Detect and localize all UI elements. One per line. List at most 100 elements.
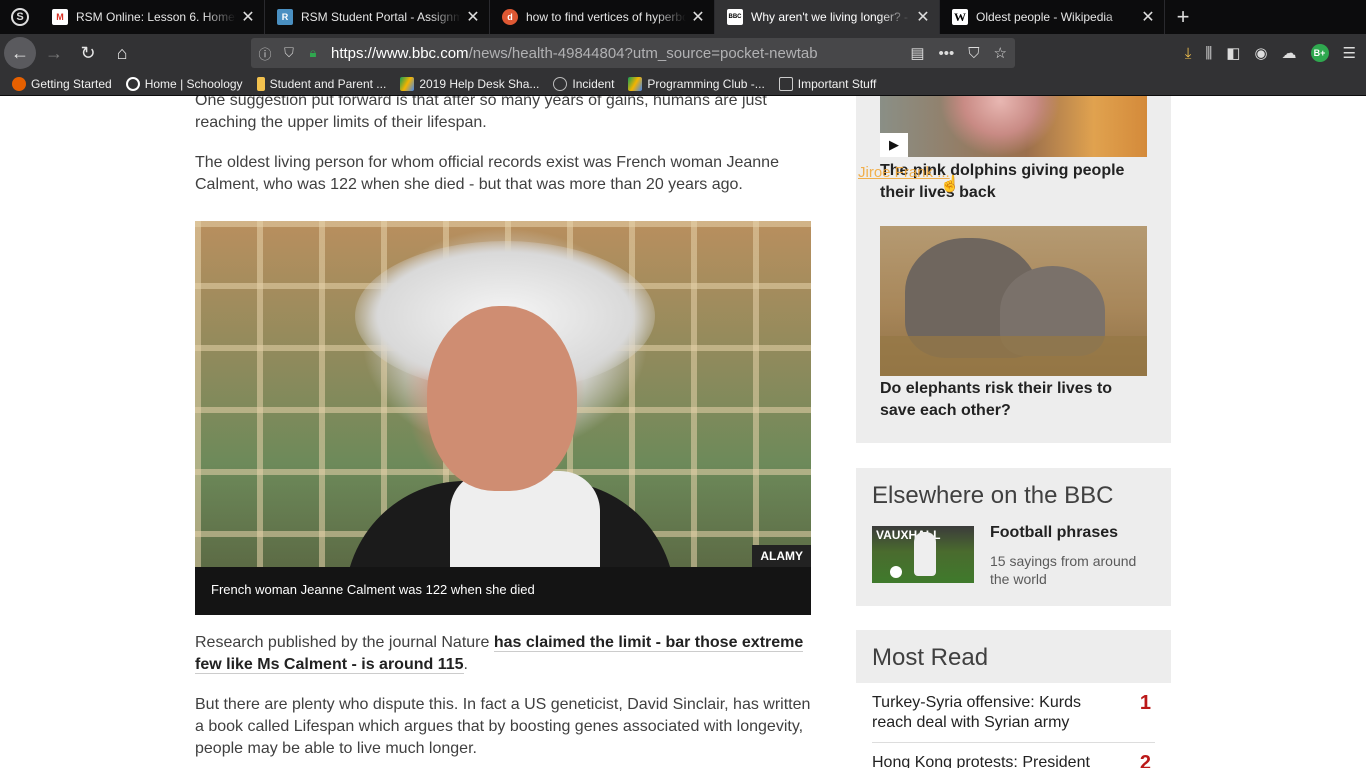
water-shape bbox=[880, 336, 1147, 376]
account-icon[interactable]: ◉ bbox=[1254, 44, 1267, 62]
most-read-heading: Most Read bbox=[872, 644, 989, 671]
video-thumbnail-dolphins[interactable] bbox=[880, 96, 1147, 157]
bookmark-star-icon[interactable]: ☆ bbox=[994, 44, 1007, 62]
hand-cursor-icon: ☝ bbox=[940, 176, 960, 193]
url-text[interactable]: https://www.bbc.com/news/health-49844804… bbox=[331, 45, 818, 62]
pocket-icon[interactable]: ⛉ bbox=[968, 45, 979, 62]
tab-title: Oldest people - Wikipedia bbox=[976, 10, 1113, 24]
drive-icon bbox=[628, 76, 643, 91]
web-page: One suggestion put forward is that after… bbox=[0, 96, 1366, 768]
extension-icon[interactable]: ☁ bbox=[1282, 44, 1297, 62]
bookmark-label: Student and Parent ... bbox=[269, 76, 387, 91]
photo-face bbox=[427, 306, 577, 491]
drag-ghost-text: Jiroe Frank ... bbox=[858, 164, 950, 181]
address-bar[interactable]: ⓘ ⛉ 🔒︎ https://www.bbc.com/news/health-4… bbox=[251, 38, 1015, 68]
list-item[interactable]: Hong Kong protests: President 2 bbox=[872, 743, 1155, 768]
wikipedia-icon: W bbox=[952, 9, 968, 25]
hamburger-menu-icon[interactable]: ☰ bbox=[1343, 44, 1356, 62]
bookmark-important-stuff[interactable]: Important Stuff bbox=[778, 76, 877, 91]
bookmark-label: Important Stuff bbox=[797, 76, 877, 91]
close-icon[interactable]: ✕ bbox=[465, 7, 481, 27]
elsewhere-link-title[interactable]: Football phrases bbox=[990, 524, 1118, 542]
most-read-title[interactable]: Hong Kong protests: President bbox=[872, 754, 1090, 768]
video-thumbnail-elephants[interactable] bbox=[880, 226, 1147, 376]
firefox-icon bbox=[12, 76, 26, 91]
folder-icon bbox=[778, 76, 793, 91]
sidebar-icon[interactable]: ◧ bbox=[1226, 44, 1240, 62]
tab-hyperbola-search[interactable]: d how to find vertices of hyperbola ✕ bbox=[490, 0, 715, 34]
most-read-list: Turkey-Syria offensive: Kurds reach deal… bbox=[872, 683, 1155, 768]
shield-icon[interactable]: ⛉ bbox=[279, 45, 299, 61]
tab-wikipedia[interactable]: W Oldest people - Wikipedia ✕ bbox=[940, 0, 1165, 34]
reload-button[interactable]: ↻ bbox=[72, 37, 104, 69]
close-icon[interactable]: ✕ bbox=[240, 7, 256, 27]
url-domain: https://www.bbc.com bbox=[331, 44, 469, 62]
elsewhere-panel: Elsewhere on the BBC VAUXHALL Football p… bbox=[856, 468, 1171, 606]
elsewhere-heading: Elsewhere on the BBC bbox=[872, 482, 1114, 509]
bbc-icon: BBC bbox=[727, 9, 743, 25]
bookmark-schoology[interactable]: Home | Schoology bbox=[125, 76, 243, 91]
extension-badge-icon[interactable]: B+ bbox=[1310, 44, 1329, 62]
schoology-icon bbox=[125, 76, 140, 91]
system-menu[interactable]: S bbox=[0, 0, 40, 34]
new-tab-button[interactable]: + bbox=[1165, 0, 1201, 34]
elsewhere-link-summary: 15 sayings from around the world bbox=[990, 553, 1137, 587]
bookmark-programming-club[interactable]: Programming Club -... bbox=[628, 76, 765, 91]
bookmark-getting-started[interactable]: Getting Started bbox=[12, 76, 112, 91]
forward-arrow-icon: → bbox=[45, 42, 63, 63]
tab-title: Why aren't we living longer? - BBC bbox=[751, 10, 911, 24]
list-item[interactable]: Turkey-Syria offensive: Kurds reach deal… bbox=[872, 683, 1155, 743]
tab-strip: S M RSM Online: Lesson 6. Homework ✕ R R… bbox=[0, 0, 1366, 34]
downloads-icon[interactable]: ⤓ bbox=[1185, 45, 1192, 62]
close-icon[interactable]: ✕ bbox=[915, 7, 931, 27]
article-paragraph: But there are plenty who dispute this. I… bbox=[195, 696, 811, 757]
forward-button[interactable]: → bbox=[38, 37, 70, 69]
bookmarks-toolbar: Getting Started Home | Schoology Student… bbox=[0, 72, 1366, 96]
football-thumbnail[interactable]: VAUXHALL bbox=[872, 526, 974, 583]
drive-icon bbox=[400, 76, 415, 91]
globe-icon bbox=[553, 76, 568, 91]
bookmark-help-desk[interactable]: 2019 Help Desk Sha... bbox=[400, 76, 540, 91]
close-icon[interactable]: ✕ bbox=[1140, 7, 1156, 27]
p-icon bbox=[256, 76, 265, 91]
most-read-rank: 2 bbox=[1139, 752, 1151, 768]
navigation-toolbar: ← → ↻ ⌂ ⓘ ⛉ 🔒︎ https://www.bbc.com/news/… bbox=[0, 34, 1366, 72]
info-icon[interactable]: ⓘ bbox=[255, 44, 275, 63]
bookmark-label: Getting Started bbox=[31, 76, 112, 91]
tab-title: RSM Student Portal - Assignments bbox=[301, 10, 461, 24]
more-actions-icon[interactable]: ••• bbox=[939, 45, 955, 62]
article-paragraph: The oldest living person for whom offici… bbox=[195, 154, 779, 193]
tab-rsm-online[interactable]: M RSM Online: Lesson 6. Homework ✕ bbox=[40, 0, 265, 34]
video-link-elephants[interactable]: Do elephants risk their lives to save ea… bbox=[880, 378, 1147, 422]
reload-icon: ↻ bbox=[80, 42, 96, 63]
bookmark-label: Incident bbox=[572, 76, 615, 91]
bookmark-student-parent[interactable]: Student and Parent ... bbox=[256, 76, 387, 91]
reader-view-icon[interactable]: ▤ bbox=[910, 44, 924, 62]
bookmark-label: Home | Schoology bbox=[144, 76, 243, 91]
player-shape bbox=[914, 532, 936, 576]
home-button[interactable]: ⌂ bbox=[106, 37, 138, 69]
play-icon[interactable]: ▶ bbox=[880, 133, 908, 157]
plus-icon: + bbox=[1176, 4, 1190, 29]
ball-shape bbox=[890, 566, 902, 578]
url-path: /news/health-49844804?utm_source=pocket-… bbox=[468, 44, 818, 62]
duckduckgo-icon: d bbox=[502, 9, 518, 25]
paragraph-text: . bbox=[463, 656, 468, 673]
tab-rsm-portal[interactable]: R RSM Student Portal - Assignments ✕ bbox=[265, 0, 490, 34]
close-icon[interactable]: ✕ bbox=[690, 7, 706, 27]
tab-title: RSM Online: Lesson 6. Homework bbox=[76, 10, 236, 24]
home-icon: ⌂ bbox=[116, 42, 128, 63]
gmail-icon: M bbox=[52, 9, 68, 25]
tab-title: how to find vertices of hyperbola bbox=[526, 10, 686, 24]
photo-caption: French woman Jeanne Calment was 122 when… bbox=[195, 567, 811, 615]
article-paragraph: Research published by the journal Nature… bbox=[195, 632, 811, 676]
bookmark-label: 2019 Help Desk Sha... bbox=[419, 76, 540, 91]
bookmark-incident[interactable]: Incident bbox=[553, 76, 615, 91]
back-button[interactable]: ← bbox=[4, 37, 36, 69]
schoology-icon: S bbox=[11, 8, 29, 26]
library-icon[interactable]: ⫼ bbox=[1205, 45, 1212, 62]
article-paragraph: One suggestion put forward is that after… bbox=[195, 96, 767, 131]
most-read-title[interactable]: Turkey-Syria offensive: Kurds reach deal… bbox=[872, 694, 1081, 731]
tab-bbc-article[interactable]: BBC Why aren't we living longer? - BBC ✕ bbox=[715, 0, 940, 34]
rsm-icon: R bbox=[277, 9, 293, 25]
